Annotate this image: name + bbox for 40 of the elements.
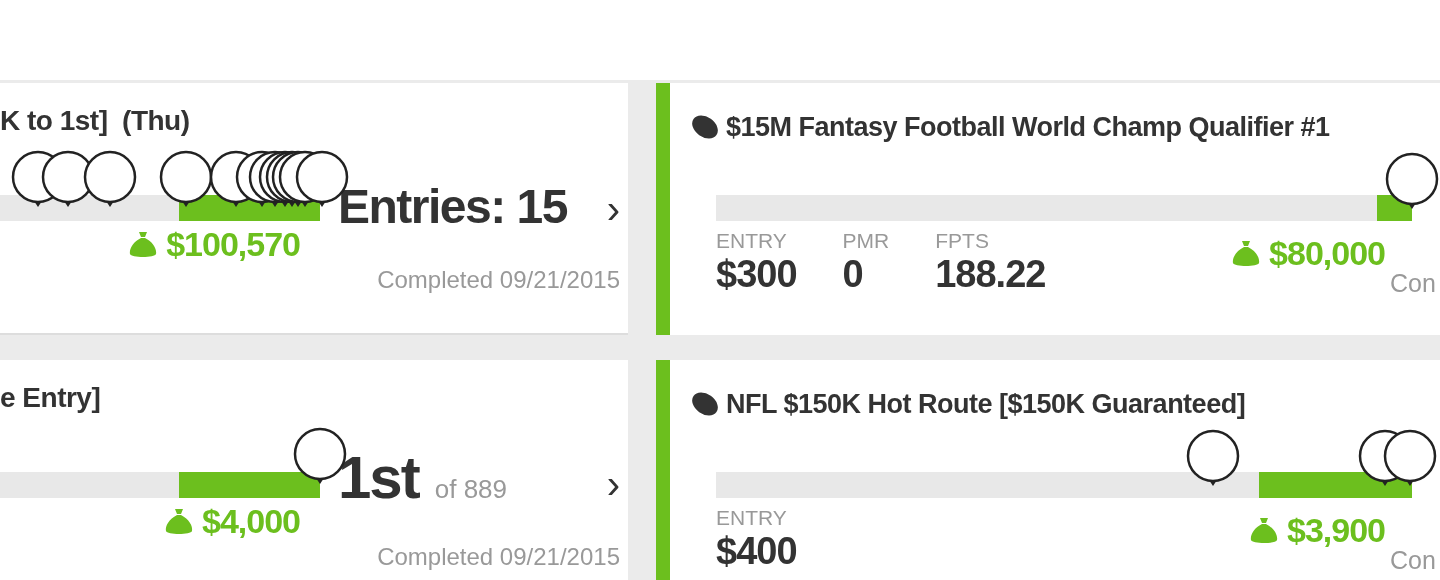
status-text: Con bbox=[1389, 268, 1437, 298]
contest-title: $15M Fantasy Football World Champ Qualifier #1 bbox=[726, 111, 1330, 143]
rank-value: 1st bbox=[338, 448, 419, 508]
status-text: Completed 09/21/2015 bbox=[376, 544, 620, 571]
contest-title: K to 1st] (Thu) bbox=[0, 105, 191, 138]
contest-title: e Entry] bbox=[0, 382, 102, 415]
prize-amount: $100,570 bbox=[166, 224, 300, 264]
pin-icon bbox=[1383, 429, 1437, 486]
stat-label: FPTS bbox=[935, 229, 990, 253]
football-icon bbox=[690, 114, 720, 140]
entries-count: Entries: 15 bbox=[338, 183, 567, 231]
status-text: Completed 09/21/2015 bbox=[376, 267, 620, 294]
contest-title: NFL $150K Hot Route [$150K Guaranteed] bbox=[726, 388, 1246, 420]
status-text: Con bbox=[1389, 545, 1437, 575]
pin-icon bbox=[83, 150, 137, 207]
stat-value: $400 bbox=[716, 530, 797, 573]
stat-value: 188.22 bbox=[935, 253, 1046, 296]
money-bag-icon bbox=[128, 229, 159, 259]
pin-icon bbox=[1186, 429, 1240, 486]
stat-value: $300 bbox=[716, 253, 797, 296]
contest-card[interactable]: e Entry] 1st of 889 › $4,000 Completed 09/21/2015 bbox=[0, 360, 628, 580]
money-bag-icon bbox=[1231, 238, 1262, 268]
chevron-icon[interactable]: › bbox=[606, 464, 620, 504]
stat-label: ENTRY bbox=[716, 506, 788, 530]
stat-label: ENTRY bbox=[716, 229, 788, 253]
prize-amount: $80,000 bbox=[1269, 233, 1385, 273]
football-icon bbox=[690, 391, 720, 417]
contest-card[interactable]: K to 1st] (Thu) Entries: 15 › $100,570 Completed 09/21/2015 bbox=[0, 83, 628, 335]
money-bag-icon bbox=[1249, 515, 1279, 545]
rank-total: of 889 bbox=[434, 476, 507, 502]
stat-label: PMR bbox=[842, 229, 890, 253]
money-bag-icon bbox=[164, 506, 194, 536]
pin-icon bbox=[1385, 152, 1439, 209]
contest-card[interactable]: $15M Fantasy Football World Champ Qualifier #1 ENTRY $300 PMR 0 FPTS 188.22 $80,000 Con bbox=[656, 83, 1440, 335]
chevron-icon[interactable]: › bbox=[606, 189, 620, 229]
stat-value: 0 bbox=[842, 253, 864, 296]
pin-icon bbox=[159, 150, 213, 207]
prize-amount: $3,900 bbox=[1287, 510, 1385, 550]
prize-amount: $4,000 bbox=[202, 501, 300, 541]
contest-card[interactable]: NFL $150K Hot Route [$150K Guaranteed] ENTRY $400 $3,900 Con bbox=[656, 360, 1440, 580]
